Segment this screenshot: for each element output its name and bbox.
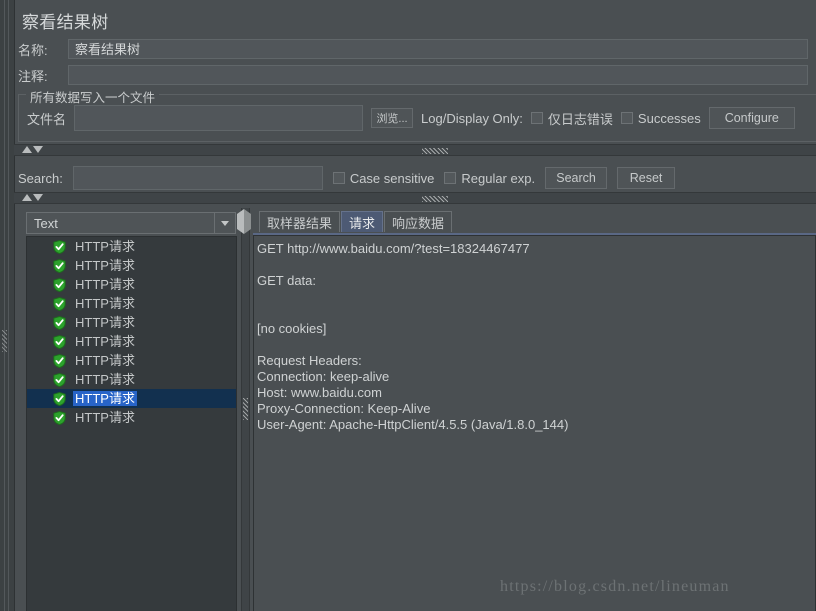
search-row: Search: Case sensitive Regular exp. Sear…	[18, 166, 676, 190]
tree-row[interactable]: HTTP请求	[27, 408, 236, 427]
errors-only-checkbox[interactable]: 仅日志错误	[530, 109, 613, 128]
checkbox-box[interactable]	[530, 112, 543, 124]
vertical-splitter-arrows[interactable]	[237, 209, 251, 234]
log-display-only-label: Log/Display Only:	[421, 110, 523, 126]
chevron-up-icon[interactable]	[22, 146, 32, 153]
chevron-down-icon[interactable]	[33, 146, 43, 153]
tab-0[interactable]: 取样器结果	[259, 211, 341, 232]
regular-exp-checkbox[interactable]: Regular exp.	[444, 171, 535, 186]
filename-label: 文件名	[27, 111, 67, 127]
tree-row[interactable]: HTTP请求	[27, 389, 236, 408]
search-label: Search:	[18, 170, 63, 186]
left-edge-splitter[interactable]	[0, 0, 15, 611]
comment-row: 注释:	[18, 64, 808, 86]
splitter-arrows[interactable]	[22, 146, 43, 153]
page-title: 察看结果树	[22, 13, 109, 32]
results-tree[interactable]: HTTP请求 HTTP请求 HTTP请求 HTTP请求 HTTP请求 HTTP请求 HTTP…	[26, 236, 237, 611]
tree-row[interactable]: HTTP请求	[27, 256, 236, 275]
tree-row-label: HTTP请求	[75, 239, 135, 254]
tree-row-label: HTTP请求	[75, 410, 135, 425]
request-text: GET http://www.baidu.com/?test=183244674…	[257, 241, 569, 432]
chevron-down-icon[interactable]	[214, 213, 235, 233]
tree-row-label: HTTP请求	[75, 315, 135, 330]
vertical-splitter[interactable]	[237, 208, 253, 611]
splitter-top[interactable]	[14, 144, 816, 156]
renderer-select[interactable]: Text	[26, 212, 236, 234]
case-sensitive-label: Case sensitive	[349, 170, 435, 186]
tree-row-label: HTTP请求	[75, 277, 135, 292]
shield-check-icon	[53, 258, 66, 273]
chevron-down-icon[interactable]	[33, 194, 43, 201]
tree-row[interactable]: HTTP请求	[27, 313, 236, 332]
case-sensitive-checkbox[interactable]: Case sensitive	[332, 170, 435, 186]
left-splitter-grip[interactable]	[2, 330, 7, 352]
shield-check-icon	[53, 410, 66, 425]
shield-check-icon	[53, 372, 66, 387]
name-label: 名称:	[18, 42, 48, 58]
chevron-right-icon[interactable]	[244, 209, 251, 234]
comment-label: 注释:	[18, 68, 48, 84]
comment-input[interactable]	[68, 65, 808, 85]
chevron-left-icon[interactable]	[237, 209, 244, 234]
tree-row[interactable]: HTTP请求	[27, 294, 236, 313]
successes-label: Successes	[637, 110, 701, 126]
renderer-selected-value: Text	[34, 215, 58, 231]
shield-check-icon	[53, 277, 66, 292]
tree-row[interactable]: HTTP请求	[27, 332, 236, 351]
browse-button[interactable]: 浏览...	[371, 108, 414, 128]
group-legend: 所有数据写入一个文件	[26, 87, 160, 106]
result-tabs: 取样器结果 请求 响应数据	[259, 211, 453, 232]
checkbox-box[interactable]	[444, 172, 457, 184]
view-results-tree-window: 察看结果树 名称: 察看结果树 注释: 所有数据写入一个文件 文件名 浏览...…	[0, 0, 816, 611]
request-text-panel[interactable]: GET http://www.baidu.com/?test=183244674…	[253, 235, 816, 611]
chevron-up-icon[interactable]	[22, 194, 32, 201]
shield-check-icon	[53, 353, 66, 368]
reset-button[interactable]: Reset	[617, 167, 676, 189]
tree-row[interactable]: HTTP请求	[27, 237, 236, 256]
shield-check-icon	[53, 239, 66, 254]
filename-input[interactable]	[74, 105, 364, 131]
regular-exp-label: Regular exp.	[461, 170, 536, 186]
results-content-area: Text HTTP请求 HTTP请求 HTTP请求 HTTP请求 HTTP请求 HTTP请…	[14, 208, 816, 611]
search-input[interactable]	[72, 166, 323, 190]
splitter-middle[interactable]	[14, 192, 816, 204]
configure-button[interactable]: Configure	[708, 107, 795, 129]
shield-check-icon	[53, 334, 66, 349]
errors-only-label: 仅日志错误	[547, 111, 613, 127]
tab-2[interactable]: 响应数据	[384, 211, 453, 232]
search-button[interactable]: Search	[545, 167, 608, 189]
name-input[interactable]: 察看结果树	[68, 39, 808, 59]
tree-row-label: HTTP请求	[75, 353, 135, 368]
vertical-splitter-grip[interactable]	[243, 398, 248, 420]
tree-row[interactable]: HTTP请求	[27, 275, 236, 294]
tree-row[interactable]: HTTP请求	[27, 351, 236, 370]
shield-check-icon	[53, 315, 66, 330]
tree-row[interactable]: HTTP请求	[27, 370, 236, 389]
shield-check-icon	[53, 296, 66, 311]
checkbox-box[interactable]	[332, 172, 345, 184]
watermark: https://blog.csdn.net/lineuman	[500, 578, 730, 595]
tree-row-label: HTTP请求	[73, 391, 137, 406]
tree-row-label: HTTP请求	[75, 296, 135, 311]
splitter-grip[interactable]	[422, 196, 448, 202]
successes-checkbox[interactable]: Successes	[620, 110, 701, 126]
name-row: 名称: 察看结果树	[18, 38, 808, 60]
splitter-arrows[interactable]	[22, 194, 43, 201]
write-all-data-to-file-group: 所有数据写入一个文件 文件名 浏览... Log/Display Only: 仅…	[18, 87, 816, 142]
tree-row-label: HTTP请求	[75, 372, 135, 387]
shield-check-icon	[53, 391, 66, 406]
tree-row-label: HTTP请求	[75, 258, 135, 273]
tree-row-label: HTTP请求	[75, 334, 135, 349]
checkbox-box[interactable]	[620, 112, 633, 124]
splitter-grip[interactable]	[422, 148, 448, 154]
tab-1[interactable]: 请求	[341, 211, 384, 232]
